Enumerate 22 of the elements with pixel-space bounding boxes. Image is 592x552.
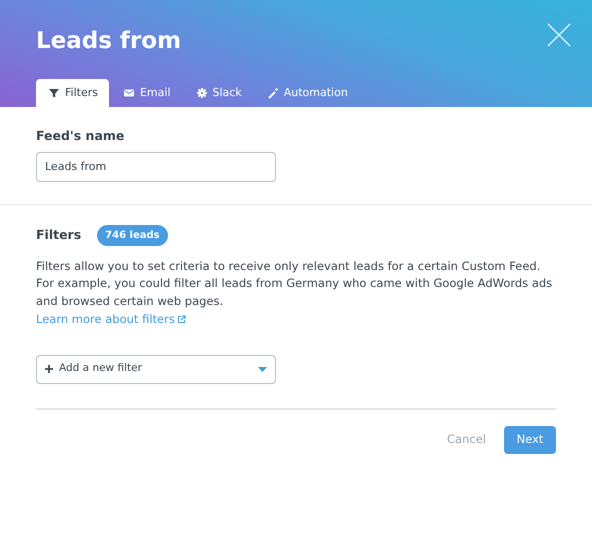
section-title: Filters: [36, 226, 82, 244]
filter-dropdown[interactable]: Add a new filter: [36, 354, 276, 384]
caret-icon: [258, 366, 267, 372]
magic-wand-icon: [266, 87, 279, 99]
tab[interactable]: Slack: [184, 79, 253, 107]
envelope-icon: [122, 87, 135, 99]
modal-title: Leads from: [36, 27, 182, 56]
learn-more-link[interactable]: Learn more about filters: [36, 311, 186, 328]
next-button[interactable]: Next: [504, 426, 556, 454]
filter-icon: [48, 87, 60, 99]
description: Filters allow you to set criteria to receive only relevant leads for a certain Custom Feed. For example, you could filter all leads from Germany who came with Google AdWords ads and browsed certain web pages.: [36, 258, 554, 310]
field-label: Feed's name: [36, 127, 126, 145]
tab[interactable]: Automation: [254, 79, 359, 107]
cancel-button[interactable]: Cancel: [447, 430, 486, 448]
close-icon[interactable]: [546, 22, 572, 48]
tab[interactable]: Email: [110, 79, 182, 107]
tab[interactable]: Filters: [36, 79, 109, 107]
plus-icon: [45, 365, 53, 373]
name-field[interactable]: Leads from: [36, 152, 276, 182]
lead-count: 746 leads: [97, 224, 168, 246]
external-link-icon: [176, 315, 186, 324]
gear-icon: [196, 87, 208, 99]
